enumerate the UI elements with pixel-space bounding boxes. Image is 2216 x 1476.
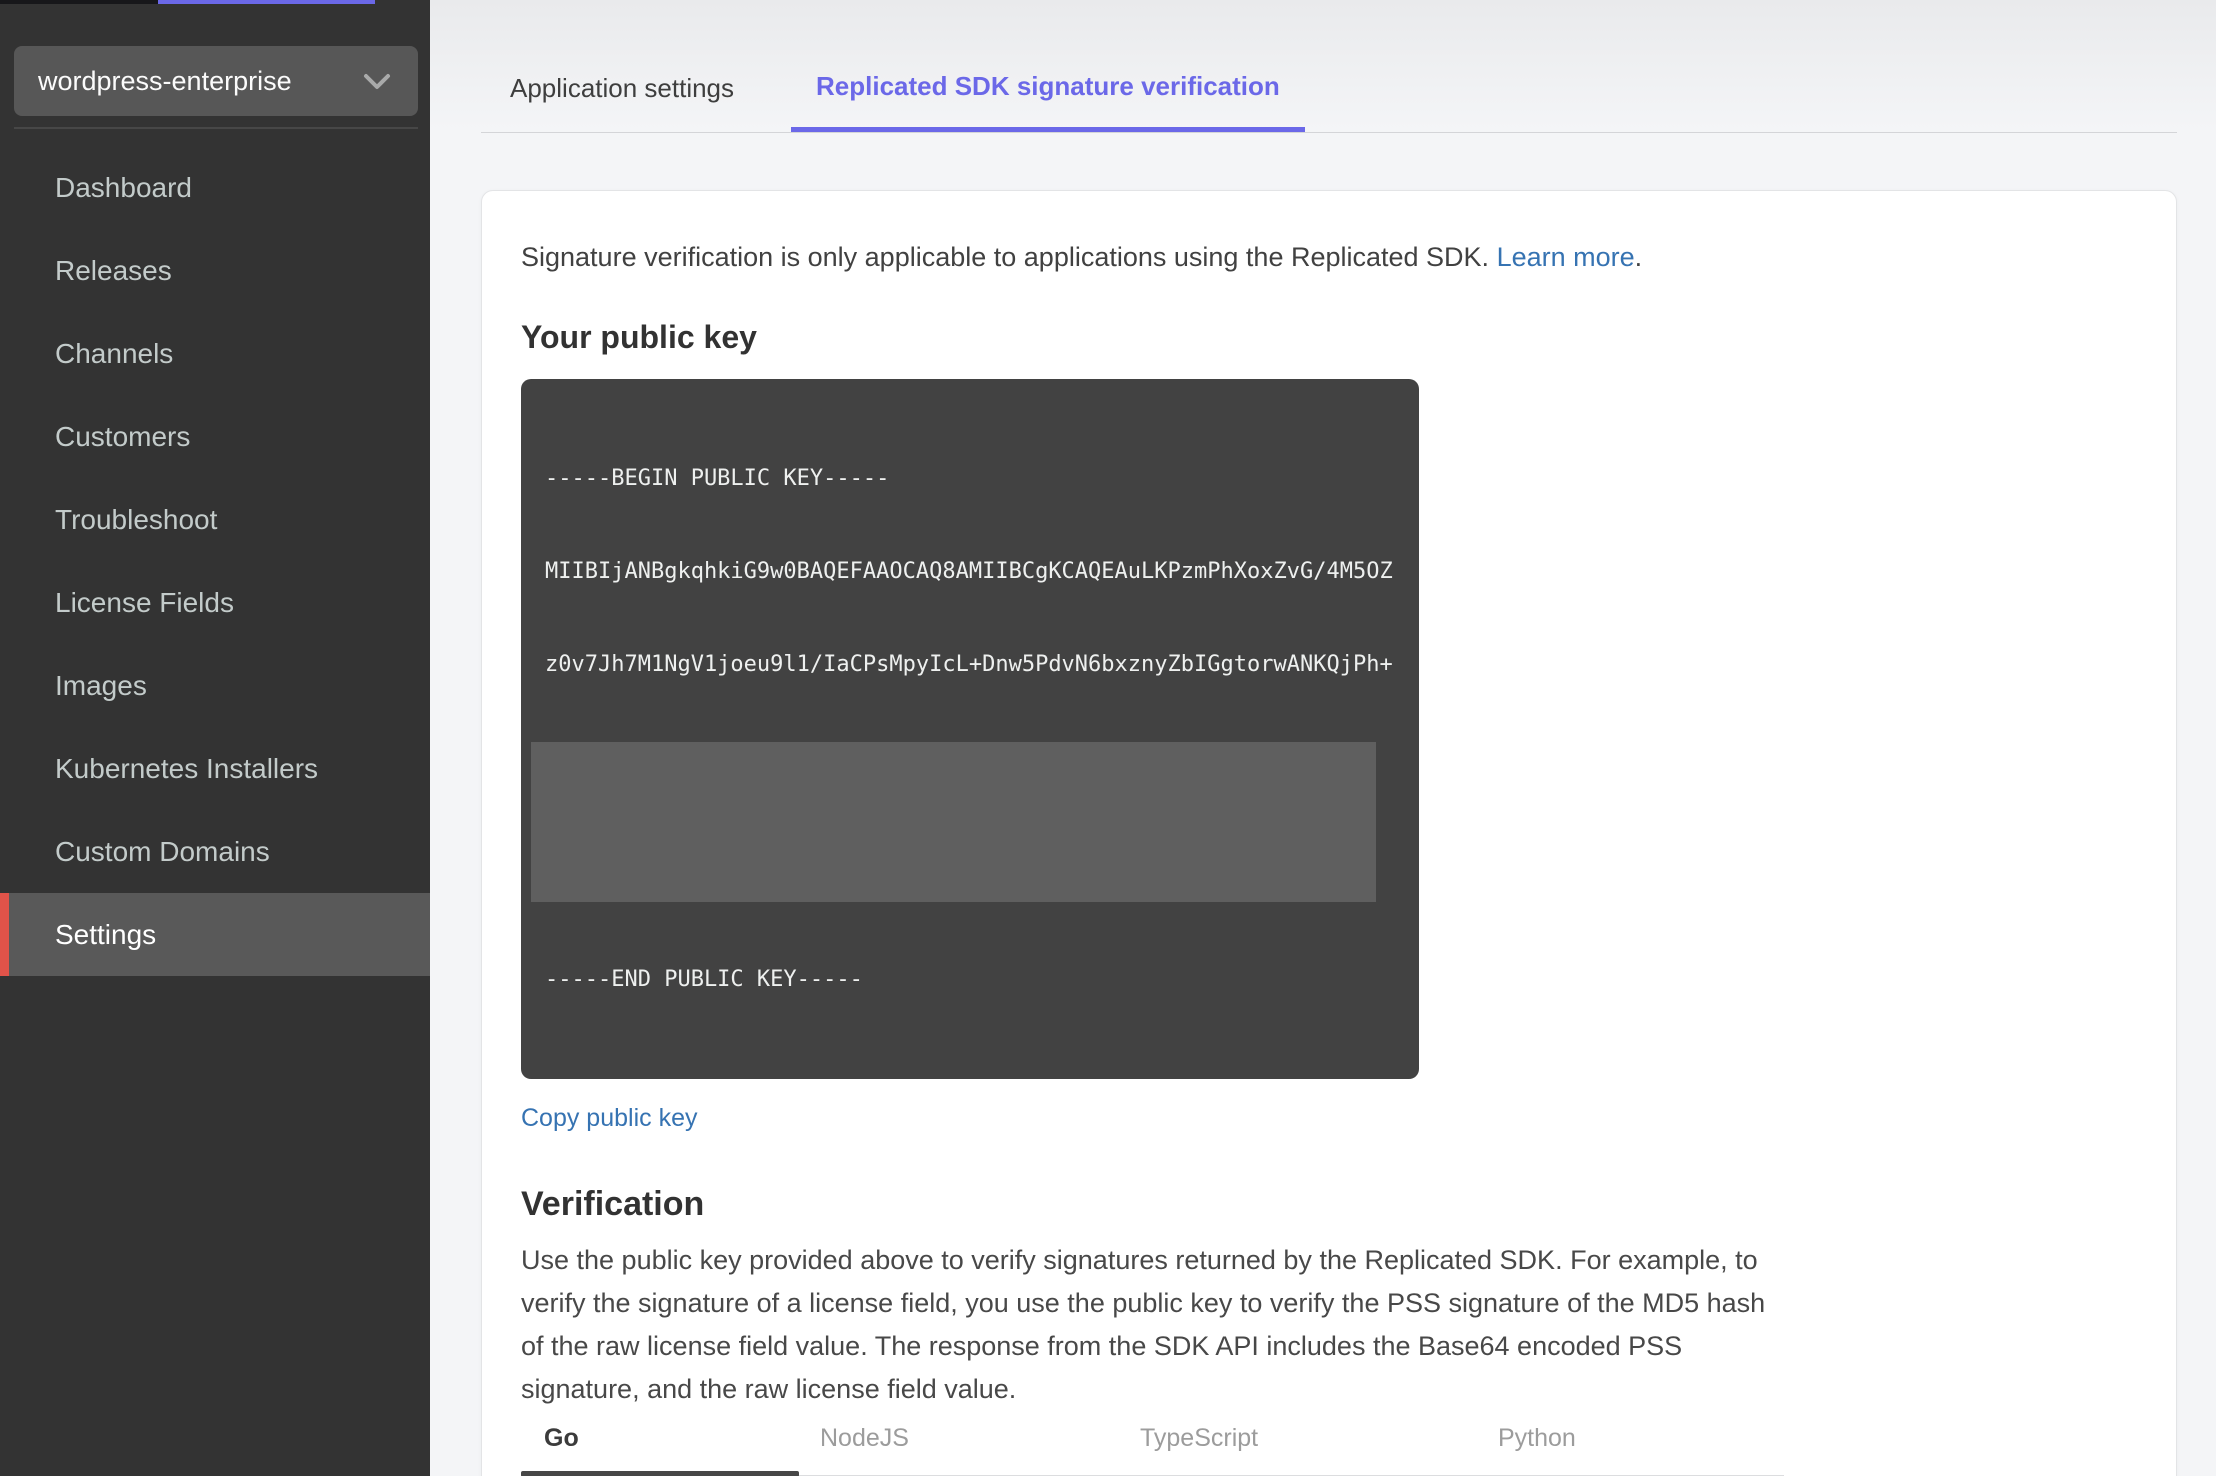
intro-text: Signature verification is only applicabl… bbox=[521, 239, 2176, 275]
code-language-tabs: Go NodeJS TypeScript Python bbox=[521, 1411, 1784, 1476]
sidebar-item-customers[interactable]: Customers bbox=[0, 395, 430, 478]
main-content: Application settings Replicated SDK sign… bbox=[430, 0, 2216, 1476]
sidebar-item-releases[interactable]: Releases bbox=[0, 229, 430, 312]
intro-text-suffix: . bbox=[1634, 242, 1643, 272]
sidebar-item-troubleshoot[interactable]: Troubleshoot bbox=[0, 478, 430, 561]
verification-description: Use the public key provided above to ver… bbox=[521, 1245, 1766, 1404]
intro-text-body: Signature verification is only applicabl… bbox=[521, 242, 1497, 272]
sidebar-nav: Dashboard Releases Channels Customers Tr… bbox=[0, 146, 430, 976]
public-key-end-line: -----END PUBLIC KEY----- bbox=[545, 967, 863, 992]
public-key-block: -----BEGIN PUBLIC KEY----- MIIBIjANBgkqh… bbox=[521, 379, 1419, 1079]
top-nav-strip bbox=[0, 0, 158, 4]
code-tab-typescript[interactable]: TypeScript bbox=[1140, 1409, 1258, 1475]
tab-sdk-signature-verification[interactable]: Replicated SDK signature verification bbox=[791, 71, 1305, 132]
code-tab-active-underline bbox=[521, 1471, 799, 1476]
page-root: { "topbar": { "accent_color": "#6b68e8" … bbox=[0, 0, 2216, 1476]
sidebar-item-kubernetes-installers[interactable]: Kubernetes Installers bbox=[0, 727, 430, 810]
code-tab-nodejs[interactable]: NodeJS bbox=[820, 1409, 909, 1475]
app-selector-dropdown[interactable]: wordpress-enterprise bbox=[14, 46, 418, 116]
top-nav-active-indicator bbox=[158, 0, 375, 4]
verification-heading: Verification bbox=[521, 1185, 705, 1223]
public-key-line: MIIBIjANBgkqhkiG9w0BAQEFAAOCAQ8AMIIBCgKC… bbox=[545, 559, 1393, 584]
sidebar-item-custom-domains[interactable]: Custom Domains bbox=[0, 810, 430, 893]
copy-public-key-link[interactable]: Copy public key bbox=[521, 1101, 697, 1135]
sidebar-item-images[interactable]: Images bbox=[0, 644, 430, 727]
learn-more-link[interactable]: Learn more bbox=[1497, 242, 1635, 272]
sidebar-item-channels[interactable]: Channels bbox=[0, 312, 430, 395]
public-key-heading: Your public key bbox=[521, 319, 757, 355]
redacted-key-overlay bbox=[531, 742, 1376, 902]
sidebar-item-dashboard[interactable]: Dashboard bbox=[0, 146, 430, 229]
public-key-line: z0v7Jh7M1NgV1joeu9l1/IaCPsMpyIcL+Dnw5Pdv… bbox=[545, 652, 1393, 677]
settings-tabs: Application settings Replicated SDK sign… bbox=[481, 0, 2177, 133]
sdk-verification-card: Signature verification is only applicabl… bbox=[481, 190, 2177, 1476]
app-selector-value: wordpress-enterprise bbox=[38, 65, 292, 96]
tab-application-settings[interactable]: Application settings bbox=[510, 73, 734, 132]
code-tab-python[interactable]: Python bbox=[1498, 1409, 1576, 1475]
chevron-down-icon bbox=[364, 74, 390, 89]
public-key-begin-line: -----BEGIN PUBLIC KEY----- bbox=[545, 466, 890, 491]
sidebar: wordpress-enterprise Dashboard Releases … bbox=[0, 0, 430, 1476]
code-tab-go[interactable]: Go bbox=[544, 1409, 579, 1475]
sidebar-item-license-fields[interactable]: License Fields bbox=[0, 561, 430, 644]
sidebar-divider bbox=[14, 127, 418, 129]
sidebar-item-settings[interactable]: Settings bbox=[0, 893, 430, 976]
